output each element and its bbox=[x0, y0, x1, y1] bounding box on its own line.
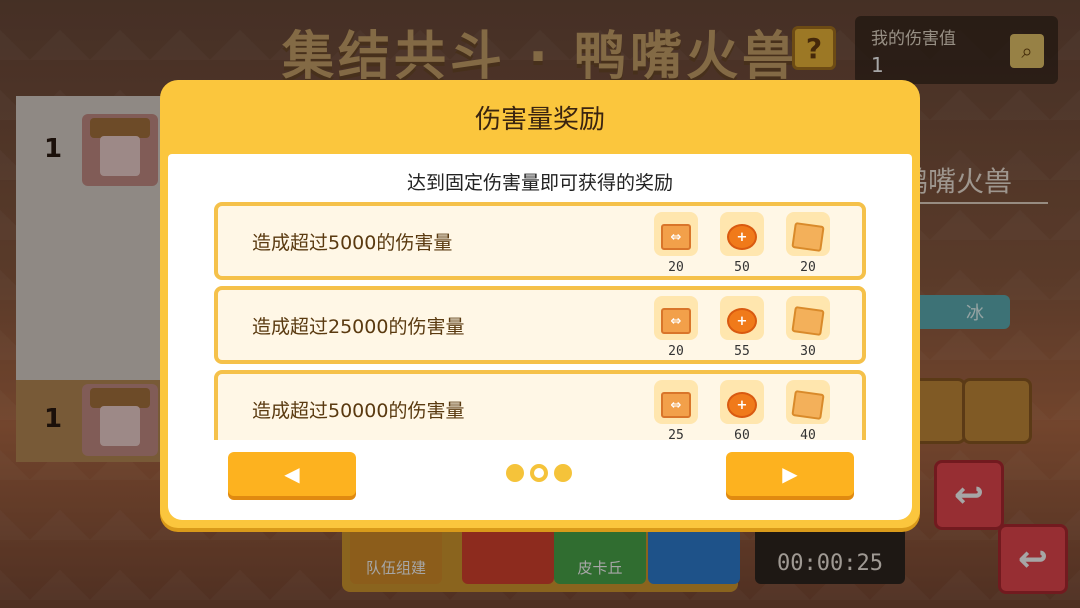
page-dot[interactable] bbox=[554, 464, 572, 482]
reward-list[interactable]: 造成超过5000的伤害量 ⇔ 20 + 50 20 造成超过25000的伤害量 bbox=[214, 202, 866, 440]
cube-icon bbox=[791, 306, 825, 336]
cube-icon bbox=[791, 222, 825, 252]
reward-item[interactable]: 20 bbox=[784, 212, 832, 276]
reward-count: 20 bbox=[800, 260, 816, 275]
reward-count: 60 bbox=[734, 428, 750, 440]
ticket-icon: ⇔ bbox=[661, 224, 691, 250]
reward-item[interactable]: + 55 bbox=[718, 296, 766, 360]
reward-row: 造成超过50000的伤害量 ⇔ 25 + 60 40 bbox=[214, 370, 866, 440]
orb-icon: + bbox=[727, 392, 757, 418]
reward-count: 25 bbox=[668, 428, 684, 440]
page-dot[interactable] bbox=[506, 464, 524, 482]
reward-row: 造成超过5000的伤害量 ⇔ 20 + 50 20 bbox=[214, 202, 866, 280]
reward-threshold-label: 造成超过25000的伤害量 bbox=[252, 315, 465, 338]
next-page-button[interactable]: ▶ bbox=[726, 452, 854, 496]
orb-icon: + bbox=[727, 224, 757, 250]
damage-reward-dialog: 伤害量奖励 达到固定伤害量即可获得的奖励 造成超过5000的伤害量 ⇔ 20 +… bbox=[160, 80, 920, 528]
page-dot-active[interactable] bbox=[530, 464, 548, 482]
reward-count: 40 bbox=[800, 428, 816, 440]
reward-item[interactable]: 40 bbox=[784, 380, 832, 440]
ticket-icon: ⇔ bbox=[661, 392, 691, 418]
dialog-subtitle: 达到固定伤害量即可获得的奖励 bbox=[406, 172, 673, 194]
orb-icon: + bbox=[727, 308, 757, 334]
reward-threshold-label: 造成超过50000的伤害量 bbox=[252, 399, 465, 422]
pagination-dots bbox=[506, 464, 576, 484]
reward-count: 20 bbox=[668, 260, 684, 275]
reward-count: 30 bbox=[800, 344, 816, 359]
ticket-icon: ⇔ bbox=[661, 308, 691, 334]
reward-item[interactable]: ⇔ 25 bbox=[652, 380, 700, 440]
reward-item[interactable]: 30 bbox=[784, 296, 832, 360]
cube-icon bbox=[791, 390, 825, 420]
reward-threshold-label: 造成超过5000的伤害量 bbox=[252, 231, 453, 254]
dialog-title: 伤害量奖励 bbox=[474, 104, 605, 135]
reward-count: 55 bbox=[734, 344, 750, 359]
prev-page-button[interactable]: ◀ bbox=[228, 452, 356, 496]
reward-item[interactable]: ⇔ 20 bbox=[652, 212, 700, 276]
reward-item[interactable]: ⇔ 20 bbox=[652, 296, 700, 360]
reward-count: 20 bbox=[668, 344, 684, 359]
reward-item[interactable]: + 50 bbox=[718, 212, 766, 276]
reward-count: 50 bbox=[734, 260, 750, 275]
reward-row: 造成超过25000的伤害量 ⇔ 20 + 55 30 bbox=[214, 286, 866, 364]
reward-item[interactable]: + 60 bbox=[718, 380, 766, 440]
